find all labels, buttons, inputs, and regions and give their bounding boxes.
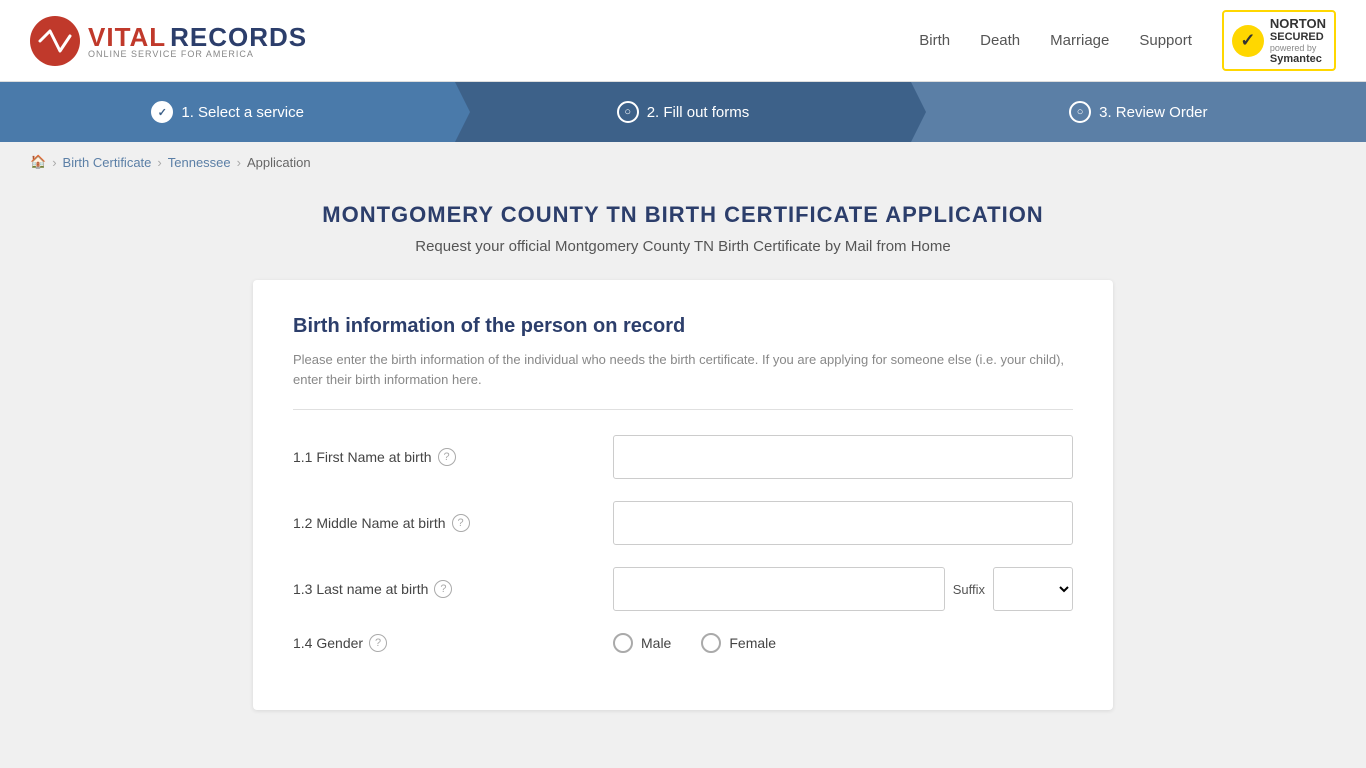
breadcrumb-sep-3: ›	[237, 155, 241, 170]
progress-bar: ✓ 1. Select a service ○ 2. Fill out form…	[0, 82, 1366, 142]
form-section-desc: Please enter the birth information of th…	[293, 350, 1073, 389]
step1-circle: ✓	[151, 101, 173, 123]
input-first-name[interactable]	[613, 435, 1073, 479]
step1-label: 1. Select a service	[181, 104, 304, 121]
main-content: MONTGOMERY COUNTY TN BIRTH CERTIFICATE A…	[233, 202, 1133, 710]
form-card: Birth information of the person on recor…	[253, 280, 1113, 710]
radio-female-circle	[701, 633, 721, 653]
breadcrumb: 🏠 › Birth Certificate › Tennessee › Appl…	[0, 142, 1366, 182]
logo: VITAL RECORDS ONLINE SERVICE FOR AMERICA	[30, 16, 307, 66]
step3-label: 3. Review Order	[1099, 104, 1207, 121]
progress-step-2: ○ 2. Fill out forms	[455, 82, 910, 142]
radio-female[interactable]: Female	[701, 633, 776, 653]
label-first-name-text: 1.1 First Name at birth	[293, 449, 432, 465]
breadcrumb-home[interactable]: 🏠	[30, 154, 46, 170]
norton-badge: ✓ NORTON SECURED powered by Symantec	[1222, 10, 1336, 71]
label-gender-text: 1.4 Gender	[293, 635, 363, 651]
step2-label: 2. Fill out forms	[647, 104, 750, 121]
label-first-name: 1.1 First Name at birth ?	[293, 448, 613, 466]
form-section-title: Birth information of the person on recor…	[293, 315, 1073, 338]
gender-options: Male Female	[613, 633, 1073, 653]
form-row-1-2: 1.2 Middle Name at birth ?	[293, 501, 1073, 545]
label-middle-name-text: 1.2 Middle Name at birth	[293, 515, 446, 531]
home-icon: 🏠	[30, 154, 46, 169]
last-name-input-group: Suffix Jr. Sr. II III IV	[613, 567, 1073, 611]
logo-icon	[30, 16, 80, 66]
norton-symantec-label: Symantec	[1270, 53, 1326, 65]
progress-step-1: ✓ 1. Select a service	[0, 82, 455, 142]
help-icon-1-4[interactable]: ?	[369, 634, 387, 652]
nav-birth[interactable]: Birth	[919, 32, 950, 49]
input-middle-name[interactable]	[613, 501, 1073, 545]
progress-step-3: ○ 3. Review Order	[911, 82, 1366, 142]
form-divider	[293, 409, 1073, 410]
step3-circle: ○	[1069, 101, 1091, 123]
logo-vital: VITAL	[88, 22, 166, 52]
breadcrumb-sep-1: ›	[52, 155, 56, 170]
radio-male-circle	[613, 633, 633, 653]
label-gender: 1.4 Gender ?	[293, 634, 613, 652]
main-nav: Birth Death Marriage Support ✓ NORTON SE…	[919, 10, 1336, 71]
help-icon-1-1[interactable]: ?	[438, 448, 456, 466]
norton-secured-text: SECURED	[1270, 31, 1326, 43]
radio-female-label: Female	[729, 635, 776, 651]
breadcrumb-current: Application	[247, 155, 311, 170]
form-row-1-3: 1.3 Last name at birth ? Suffix Jr. Sr. …	[293, 567, 1073, 611]
page-title: MONTGOMERY COUNTY TN BIRTH CERTIFICATE A…	[253, 202, 1113, 228]
suffix-label: Suffix	[953, 582, 985, 597]
suffix-select[interactable]: Jr. Sr. II III IV	[993, 567, 1073, 611]
step2-circle: ○	[617, 101, 639, 123]
label-last-name: 1.3 Last name at birth ?	[293, 580, 613, 598]
label-middle-name: 1.2 Middle Name at birth ?	[293, 514, 613, 532]
logo-records: RECORDS	[170, 22, 307, 52]
page-subtitle: Request your official Montgomery County …	[253, 238, 1113, 255]
norton-check-icon: ✓	[1232, 25, 1264, 57]
input-last-name[interactable]	[613, 567, 945, 611]
form-row-1-1: 1.1 First Name at birth ?	[293, 435, 1073, 479]
breadcrumb-state[interactable]: Tennessee	[168, 155, 231, 170]
radio-male[interactable]: Male	[613, 633, 671, 653]
radio-male-label: Male	[641, 635, 671, 651]
breadcrumb-birth-certificate[interactable]: Birth Certificate	[63, 155, 152, 170]
label-last-name-text: 1.3 Last name at birth	[293, 581, 428, 597]
site-header: VITAL RECORDS ONLINE SERVICE FOR AMERICA…	[0, 0, 1366, 82]
nav-death[interactable]: Death	[980, 32, 1020, 49]
help-icon-1-2[interactable]: ?	[452, 514, 470, 532]
help-icon-1-3[interactable]: ?	[434, 580, 452, 598]
form-row-1-4: 1.4 Gender ? Male Female	[293, 633, 1073, 653]
norton-powered-label: powered by	[1270, 43, 1326, 53]
norton-secured-label: NORTON	[1270, 16, 1326, 31]
nav-support[interactable]: Support	[1139, 32, 1192, 49]
nav-marriage[interactable]: Marriage	[1050, 32, 1109, 49]
breadcrumb-sep-2: ›	[157, 155, 161, 170]
